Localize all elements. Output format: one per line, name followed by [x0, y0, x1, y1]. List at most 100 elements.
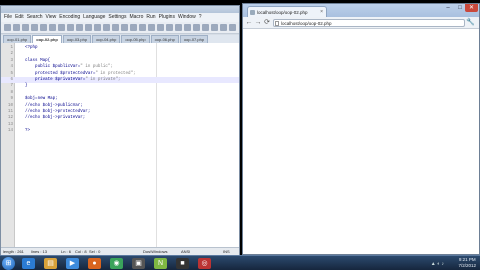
toolbar-button-icon[interactable]	[148, 24, 155, 31]
menu-item[interactable]: View	[46, 13, 57, 22]
ie-icon[interactable]: e	[22, 258, 35, 269]
recorder-icon[interactable]: ◎	[198, 258, 211, 269]
code-string: " in protected";	[95, 71, 136, 76]
toolbar-button-icon[interactable]	[229, 24, 236, 31]
menu-item[interactable]: ?	[199, 13, 202, 22]
line-number: 3	[10, 58, 13, 63]
toolbar-button-icon[interactable]	[103, 24, 110, 31]
toolbar-button-icon[interactable]	[49, 24, 56, 31]
minimize-button[interactable]: –	[443, 4, 453, 12]
code-line: 12 //echo $obj->privateVar;	[1, 115, 239, 121]
toolbar-button-icon[interactable]	[220, 24, 227, 31]
close-button[interactable]: ✕	[465, 4, 478, 12]
code-line: 4 public $publicVar=" in public";	[1, 64, 239, 70]
menu-item[interactable]: Window	[178, 13, 196, 22]
code-text: //echo $obj->privateVar;	[25, 115, 85, 121]
start-button[interactable]: ⊞	[2, 257, 15, 270]
toolbar-button-icon[interactable]	[184, 24, 191, 31]
explorer-icon[interactable]: ▤	[44, 258, 57, 269]
code-line: 13	[1, 122, 239, 128]
notepadpp-icon[interactable]: N	[154, 258, 167, 269]
editor-window: File Edit Search View Encoding Language Settin…	[0, 5, 240, 255]
editor-tab[interactable]: oop-05.php	[121, 35, 150, 43]
editor-tabs: oop-01.php oop-02.php oop-03.php oop-04.php…	[1, 35, 239, 43]
menu-item[interactable]: Search	[27, 13, 43, 22]
code-text: //echo $obj->protectedVar;	[25, 109, 90, 115]
media-icon[interactable]: ▶	[66, 258, 79, 269]
chrome-icon[interactable]: ◉	[110, 258, 123, 269]
editor-tab[interactable]: oop-06.php	[150, 35, 179, 43]
menu-item[interactable]: Encoding	[59, 13, 80, 22]
toolbar-button-icon[interactable]	[85, 24, 92, 31]
menu-item[interactable]: Macro	[129, 13, 143, 22]
address-bar[interactable]: localhost/oop/oop-02.php	[273, 19, 465, 27]
toolbar-button-icon[interactable]	[112, 24, 119, 31]
toolbar-button-icon[interactable]	[58, 24, 65, 31]
toolbar-button-icon[interactable]	[31, 24, 38, 31]
code-line: 2	[1, 51, 239, 57]
code-line: 1 <?php	[1, 45, 239, 51]
browser-tab[interactable]: localhost/oop/oop-02.php ×	[247, 6, 327, 17]
code-token: //echo $obj->publicVar;	[25, 103, 83, 108]
toolbar-button-icon[interactable]	[130, 24, 137, 31]
editor-tab[interactable]: oop-01.php	[3, 35, 32, 43]
line-number: 9	[10, 97, 13, 102]
browser-page-content[interactable]	[243, 30, 479, 254]
toolbar-button-icon[interactable]	[22, 24, 29, 31]
clock[interactable]: 9:21 PM 7/2/2012	[458, 257, 476, 269]
line-number: 14	[7, 129, 13, 134]
code-token: $obj=new Map;	[25, 97, 58, 102]
line-number: 13	[7, 122, 13, 127]
editor-tab[interactable]: oop-03.php	[62, 35, 92, 43]
line-number: 2	[10, 52, 13, 57]
firefox-icon[interactable]: ●	[88, 258, 101, 269]
toolbar-button-icon[interactable]	[139, 24, 146, 31]
code-text: protected $protectedVar=" in protected";	[25, 71, 136, 77]
reload-icon[interactable]: ⟳	[263, 19, 271, 27]
wrench-icon[interactable]: 🔧	[466, 19, 475, 27]
code-token: class Map{	[25, 58, 51, 63]
toolbar-button-icon[interactable]	[121, 24, 128, 31]
toolbar-button-icon[interactable]	[157, 24, 164, 31]
code-string: " in private";	[85, 78, 121, 82]
menu-item[interactable]: Settings	[108, 13, 126, 22]
back-icon[interactable]: ←	[245, 19, 253, 27]
toolbar-button-icon[interactable]	[193, 24, 200, 31]
browser-tab-title: localhost/oop/oop-02.php	[257, 10, 308, 15]
forward-icon[interactable]: →	[254, 19, 262, 27]
toolbar-button-icon[interactable]	[166, 24, 173, 31]
maximize-button[interactable]: □	[455, 4, 465, 12]
toolbar-button-icon[interactable]	[40, 24, 47, 31]
line-number: 5	[10, 71, 13, 76]
code-token: private $privateVar=	[25, 78, 86, 82]
tray-icons: ▲ ◐ ♪	[430, 261, 444, 267]
menu-item[interactable]: Edit	[15, 13, 24, 22]
toolbar-button-icon[interactable]	[67, 24, 74, 31]
app-icon[interactable]: ▣	[132, 258, 145, 269]
code-text: ?>	[25, 128, 30, 134]
toolbar-button-icon[interactable]	[4, 24, 11, 31]
menu-item[interactable]: Language	[83, 13, 105, 22]
code-area[interactable]: 1 <?php 2 3 class Map{4 public $publicVar=" …	[1, 43, 239, 247]
code-line: 9 $obj=new Map;	[1, 96, 239, 102]
code-line: 7}	[1, 83, 239, 89]
toolbar-button-icon[interactable]	[211, 24, 218, 31]
editor-tab[interactable]: oop-04.php	[92, 35, 121, 43]
toolbar-button-icon[interactable]	[76, 24, 83, 31]
terminal-icon[interactable]: ■	[176, 258, 189, 269]
editor-titlebar[interactable]	[1, 6, 239, 13]
editor-tab[interactable]: oop-07.php	[179, 35, 209, 43]
toolbar-button-icon[interactable]	[94, 24, 101, 31]
toolbar-button-icon[interactable]	[13, 24, 20, 31]
toolbar-button-icon[interactable]	[175, 24, 182, 31]
menu-item[interactable]: File	[4, 13, 12, 22]
clock-date: 7/2/2012	[458, 263, 476, 268]
editor-menubar: File Edit Search View Encoding Language Settin…	[1, 13, 239, 22]
browser-window: localhost/oop/oop-02.php × – □ ✕ ← → ⟳ l…	[242, 3, 480, 255]
menu-item[interactable]: Plugins	[159, 13, 175, 22]
tab-close-icon[interactable]: ×	[320, 7, 323, 17]
toolbar-button-icon[interactable]	[202, 24, 209, 31]
menu-item[interactable]: Run	[146, 13, 155, 22]
taskbar: ⊞ ▲ ◐ ♪ 9:21 PM 7/2/2012 e ▤ ▶ ● ◉ ▣ N ■ ◎	[0, 255, 480, 270]
editor-tab[interactable]: oop-02.php	[32, 35, 62, 43]
